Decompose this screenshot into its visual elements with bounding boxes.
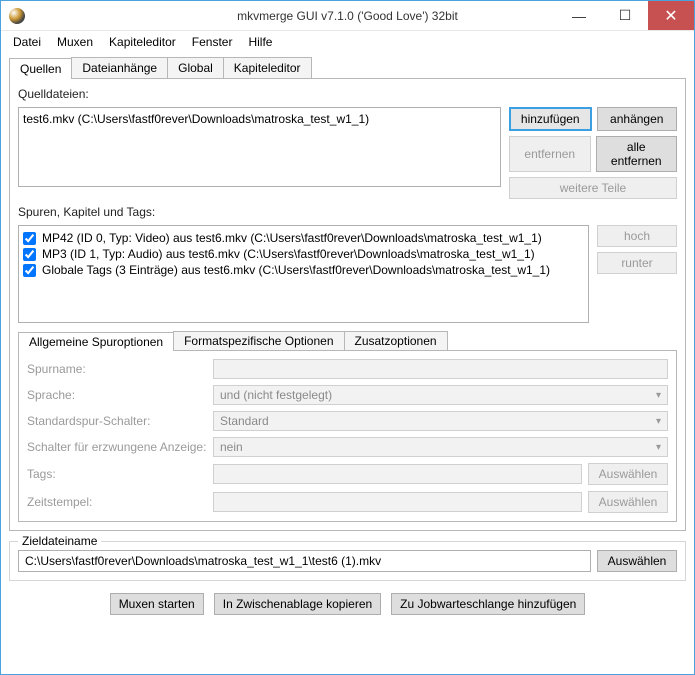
input-timestamps[interactable] [213, 492, 582, 512]
source-file-item[interactable]: test6.mkv (C:\Users\fastf0rever\Download… [23, 112, 496, 126]
inner-tabs: Allgemeine Spuroptionen Formatspezifisch… [18, 331, 677, 350]
select-forced-flag[interactable]: nein ▾ [213, 437, 668, 457]
track-checkbox[interactable] [23, 232, 36, 245]
track-label: MP3 (ID 1, Typ: Audio) aus test6.mkv (C:… [42, 247, 535, 261]
move-down-button[interactable]: runter [597, 252, 677, 274]
tracks-row: MP42 (ID 0, Typ: Video) aus test6.mkv (C… [18, 225, 677, 323]
row-default-flag: Standardspur-Schalter: Standard ▾ [27, 411, 668, 431]
select-language[interactable]: und (nicht festgelegt) ▾ [213, 385, 668, 405]
main-tabs-wrap: Quellen Dateianhänge Global Kapiteledito… [9, 57, 686, 531]
window-controls: — ☐ ✕ [556, 1, 694, 30]
source-files-row: test6.mkv (C:\Users\fastf0rever\Download… [18, 107, 677, 199]
remove-button[interactable]: entfernen [509, 136, 591, 172]
browse-destination-button[interactable]: Auswählen [597, 550, 677, 572]
tab-quellen[interactable]: Quellen [9, 58, 72, 79]
chevron-down-icon: ▾ [656, 390, 661, 401]
add-button[interactable]: hinzufügen [509, 107, 592, 131]
menubar: Datei Muxen Kapiteleditor Fenster Hilfe [1, 31, 694, 53]
menu-fenster[interactable]: Fenster [186, 33, 239, 51]
inner-tab-extra[interactable]: Zusatzoptionen [344, 331, 448, 350]
row-timestamps: Zeitstempel: Auswählen [27, 491, 668, 513]
bottom-buttons: Muxen starten In Zwischenablage kopieren… [9, 593, 686, 615]
main-tabs: Quellen Dateianhänge Global Kapiteledito… [9, 57, 686, 78]
menu-hilfe[interactable]: Hilfe [242, 33, 278, 51]
destination-group: Zieldateiname Auswählen [9, 541, 686, 581]
start-muxing-button[interactable]: Muxen starten [110, 593, 204, 615]
minimize-button[interactable]: — [556, 1, 602, 30]
inner-tabs-wrap: Allgemeine Spuroptionen Formatspezifisch… [18, 329, 677, 522]
select-default-flag[interactable]: Standard ▾ [213, 411, 668, 431]
row-language: Sprache: und (nicht festgelegt) ▾ [27, 385, 668, 405]
tabpane-quellen: Quelldateien: test6.mkv (C:\Users\fastf0… [9, 78, 686, 531]
tracks-label: Spuren, Kapitel und Tags: [18, 205, 677, 219]
tab-dateianhaenge[interactable]: Dateianhänge [71, 57, 168, 78]
row-tags: Tags: Auswählen [27, 463, 668, 485]
chevron-down-icon: ▾ [656, 442, 661, 453]
destination-legend: Zieldateiname [18, 534, 101, 548]
label-default-flag: Standardspur-Schalter: [27, 414, 207, 428]
label-trackname: Spurname: [27, 362, 207, 376]
content-area: Quellen Dateianhänge Global Kapiteledito… [1, 53, 694, 674]
chevron-down-icon: ▾ [656, 416, 661, 427]
row-forced-flag: Schalter für erzwungene Anzeige: nein ▾ [27, 437, 668, 457]
source-files-label: Quelldateien: [18, 87, 677, 101]
copy-clipboard-button[interactable]: In Zwischenablage kopieren [214, 593, 381, 615]
track-item[interactable]: MP42 (ID 0, Typ: Video) aus test6.mkv (C… [23, 230, 584, 246]
tracks-list[interactable]: MP42 (ID 0, Typ: Video) aus test6.mkv (C… [18, 225, 589, 323]
remove-all-button[interactable]: alle entfernen [596, 136, 678, 172]
track-item[interactable]: Globale Tags (3 Einträge) aus test6.mkv … [23, 262, 584, 278]
close-button[interactable]: ✕ [648, 1, 694, 30]
track-checkbox[interactable] [23, 264, 36, 277]
track-item[interactable]: MP3 (ID 1, Typ: Audio) aus test6.mkv (C:… [23, 246, 584, 262]
tab-kapiteleditor[interactable]: Kapiteleditor [223, 57, 312, 78]
row-trackname: Spurname: [27, 359, 668, 379]
append-button[interactable]: anhängen [597, 107, 678, 131]
source-side-buttons: hinzufügen anhängen entfernen alle entfe… [509, 107, 677, 199]
titlebar: mkvmerge GUI v7.1.0 ('Good Love') 32bit … [1, 1, 694, 31]
label-tags: Tags: [27, 467, 207, 481]
track-checkbox[interactable] [23, 248, 36, 261]
destination-input[interactable] [18, 550, 591, 572]
label-language: Sprache: [27, 388, 207, 402]
label-timestamps: Zeitstempel: [27, 495, 207, 509]
app-icon [9, 8, 25, 24]
inner-tab-general[interactable]: Allgemeine Spuroptionen [18, 332, 174, 351]
inner-tab-format[interactable]: Formatspezifische Optionen [173, 331, 344, 350]
input-tags[interactable] [213, 464, 582, 484]
move-up-button[interactable]: hoch [597, 225, 677, 247]
track-label: Globale Tags (3 Einträge) aus test6.mkv … [42, 263, 550, 277]
input-trackname[interactable] [213, 359, 668, 379]
maximize-button[interactable]: ☐ [602, 1, 648, 30]
label-forced-flag: Schalter für erzwungene Anzeige: [27, 440, 207, 454]
inner-pane-general: Spurname: Sprache: und (nicht festgelegt… [18, 350, 677, 522]
tab-global[interactable]: Global [167, 57, 224, 78]
menu-datei[interactable]: Datei [7, 33, 47, 51]
add-to-queue-button[interactable]: Zu Jobwarteschlange hinzufügen [391, 593, 585, 615]
track-label: MP42 (ID 0, Typ: Video) aus test6.mkv (C… [42, 231, 542, 245]
browse-tags-button[interactable]: Auswählen [588, 463, 668, 485]
app-window: mkvmerge GUI v7.1.0 ('Good Love') 32bit … [0, 0, 695, 675]
track-side-buttons: hoch runter [597, 225, 677, 323]
browse-timestamps-button[interactable]: Auswählen [588, 491, 668, 513]
more-parts-button[interactable]: weitere Teile [509, 177, 677, 199]
menu-kapiteleditor[interactable]: Kapiteleditor [103, 33, 182, 51]
menu-muxen[interactable]: Muxen [51, 33, 99, 51]
source-files-list[interactable]: test6.mkv (C:\Users\fastf0rever\Download… [18, 107, 501, 187]
